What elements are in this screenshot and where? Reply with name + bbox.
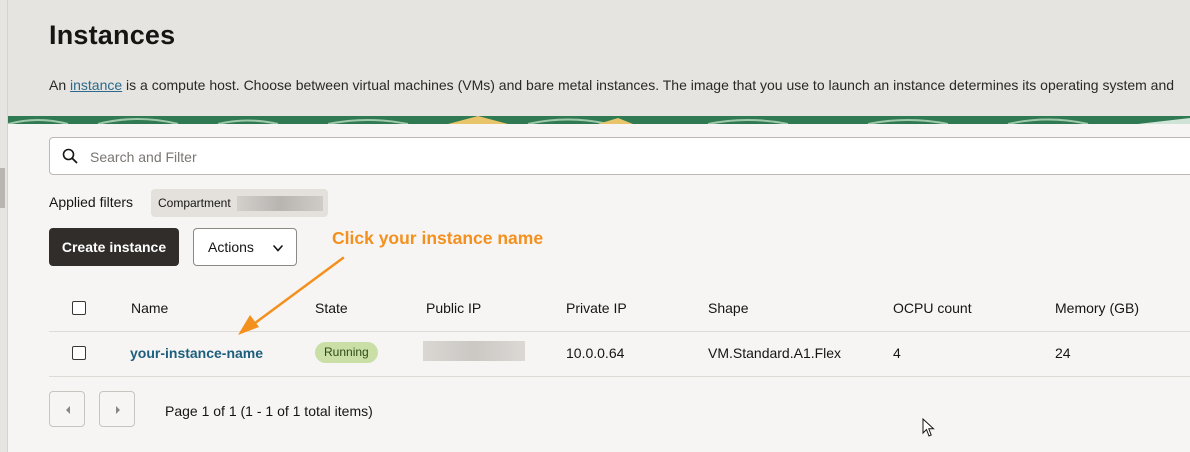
instance-help-link[interactable]: instance (70, 77, 122, 93)
search-input[interactable] (88, 138, 1092, 176)
filter-chip-compartment[interactable]: Compartment (151, 189, 328, 217)
description-text-rest: is a compute host. Choose between virtua… (122, 77, 1175, 93)
previous-page-button[interactable] (49, 391, 85, 427)
column-header-ocpu-count[interactable]: OCPU count (893, 300, 972, 316)
page-title: Instances (49, 20, 176, 50)
column-header-private-ip[interactable]: Private IP (566, 300, 627, 316)
mouse-cursor-icon (922, 418, 935, 437)
chevron-down-icon (273, 245, 283, 252)
public-ip-redacted (423, 341, 525, 361)
memory-value: 24 (1055, 345, 1071, 361)
page-description: An instance is a compute host. Choose be… (49, 77, 1174, 93)
actions-label: Actions (208, 239, 254, 255)
filter-chip-label: Compartment (158, 196, 231, 210)
create-instance-button[interactable]: Create instance (49, 228, 179, 266)
next-page-button[interactable] (99, 391, 135, 427)
pagination-status: Page 1 of 1 (1 - 1 of 1 total items) (165, 403, 373, 419)
table-header: Name State Public IP Private IP Shape OC… (49, 284, 1190, 332)
search-filter-box[interactable] (49, 137, 1190, 176)
column-header-public-ip[interactable]: Public IP (426, 300, 481, 316)
private-ip-value: 10.0.0.64 (566, 345, 625, 361)
page-header: Instances An instance is a compute host.… (8, 0, 1190, 116)
column-header-memory[interactable]: Memory (GB) (1055, 300, 1139, 316)
status-badge: Running (315, 342, 378, 363)
ocpu-count-value: 4 (893, 345, 901, 361)
main-content: Applied filters Compartment Create insta… (8, 124, 1190, 452)
description-text: An (49, 77, 71, 93)
left-rail-handle[interactable] (0, 168, 5, 208)
search-icon (62, 148, 78, 164)
left-rail (0, 0, 8, 452)
decorative-banner (8, 116, 1190, 124)
chevron-left-icon (66, 406, 70, 414)
row-checkbox[interactable] (72, 346, 86, 360)
instance-name-link[interactable]: your-instance-name (130, 345, 263, 361)
column-header-shape[interactable]: Shape (708, 300, 748, 316)
actions-button[interactable]: Actions (193, 228, 297, 266)
applied-filters-label: Applied filters (49, 194, 134, 210)
column-header-state[interactable]: State (315, 300, 348, 316)
select-all-checkbox[interactable] (72, 301, 86, 315)
table-row: your-instance-name Running 10.0.0.64 VM.… (49, 331, 1190, 377)
annotation-callout: Click your instance name (332, 228, 544, 248)
shape-value: VM.Standard.A1.Flex (708, 345, 842, 361)
filter-chip-value-redacted (237, 196, 323, 211)
column-header-name[interactable]: Name (131, 300, 168, 316)
chevron-right-icon (116, 406, 120, 414)
